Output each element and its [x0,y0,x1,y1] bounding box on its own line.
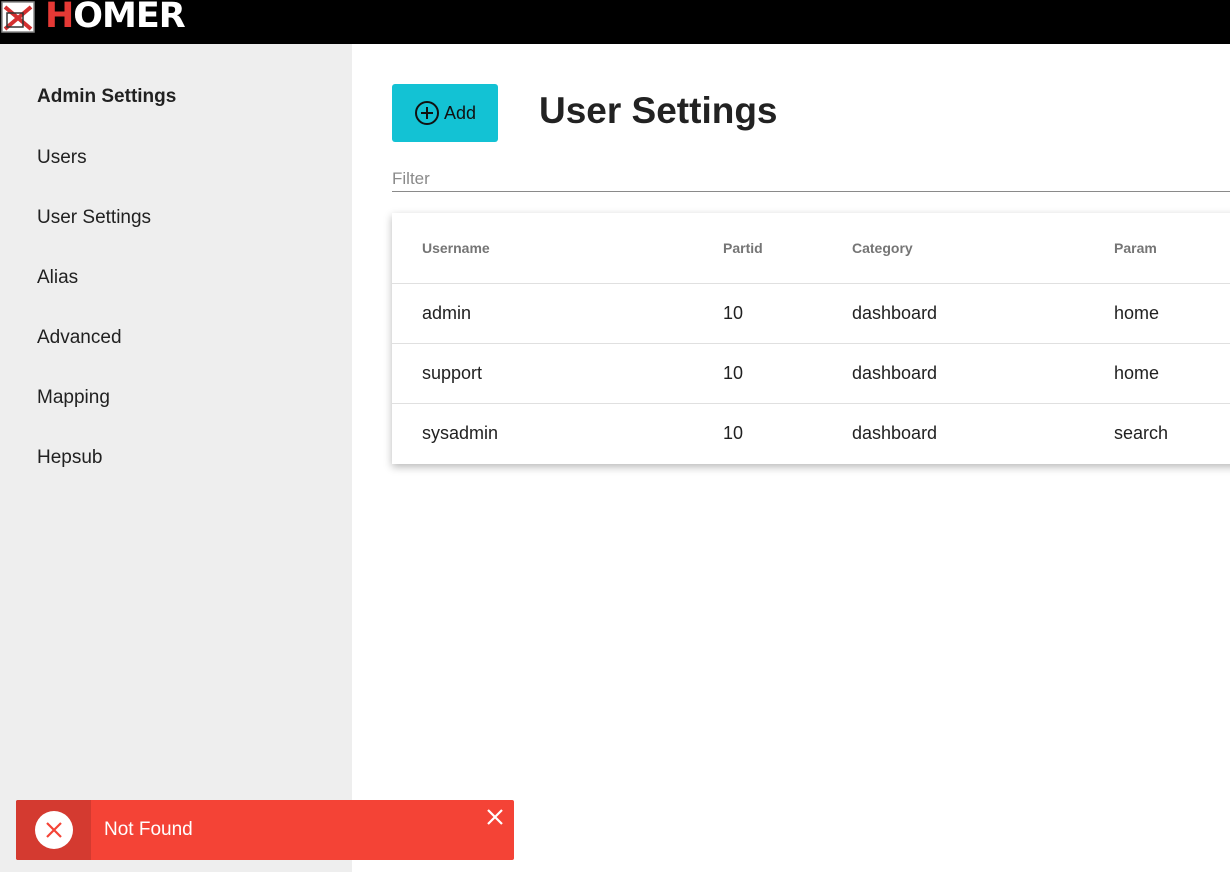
table-header-row: Username Partid Category Param [392,213,1230,284]
main-content: Add User Settings Username Partid Catego… [352,44,1230,872]
cell-param: search [1114,422,1169,443]
add-button[interactable]: Add [392,84,498,142]
add-button-label: Add [444,102,477,123]
table-row[interactable]: support 10 dashboard home [392,343,1230,404]
column-header-username[interactable]: Username [392,213,723,284]
homer-logo-icon[interactable] [1,1,35,33]
plus-circle-icon [415,101,439,125]
error-toast: Not Found [16,800,514,860]
cell-username: support [392,343,723,404]
toast-icon-circle [34,811,73,849]
top-bar: HOMER [0,0,1230,44]
filter-input[interactable] [392,160,1230,192]
column-header-param[interactable]: Param [1114,213,1230,284]
sidebar-item-hepsub[interactable]: Hepsub [37,447,103,469]
cell-partid: 10 [723,283,852,344]
sidebar-item-mapping[interactable]: Mapping [37,387,110,409]
cell-param: home [1114,283,1230,344]
sidebar-item-admin-settings[interactable]: Admin Settings [37,86,176,108]
close-icon[interactable] [486,808,504,826]
sidebar-item-user-settings[interactable]: User Settings [37,207,151,229]
cell-category: dashboard [852,343,1114,404]
cell-category: dashboard [852,422,938,443]
column-header-category[interactable]: Category [852,213,1114,284]
cell-partid: 10 [723,422,744,443]
app-logo-text[interactable]: HOMER [45,0,186,36]
table-row[interactable]: sysadmin 10 dashboard search [392,403,1230,463]
error-x-icon [45,822,62,838]
sidebar-item-advanced[interactable]: Advanced [37,327,122,349]
sidebar: Admin Settings Users User Settings Alias… [0,44,352,872]
cell-category: dashboard [852,283,1114,344]
page-title: User Settings [539,90,778,131]
table-row[interactable]: admin 10 dashboard home [392,283,1230,344]
cell-username: admin [392,283,723,344]
cell-param: home [1114,343,1230,404]
toast-icon-box [16,800,91,860]
toast-message: Not Found [104,819,193,840]
settings-table: Username Partid Category Param admin 10 … [392,213,1230,463]
column-header-partid[interactable]: Partid [723,213,852,284]
cell-partid: 10 [723,343,852,404]
settings-table-card: Username Partid Category Param admin 10 … [392,213,1230,464]
sidebar-item-alias[interactable]: Alias [37,267,78,289]
sidebar-item-users[interactable]: Users [37,147,87,169]
cell-username: sysadmin [422,422,499,443]
